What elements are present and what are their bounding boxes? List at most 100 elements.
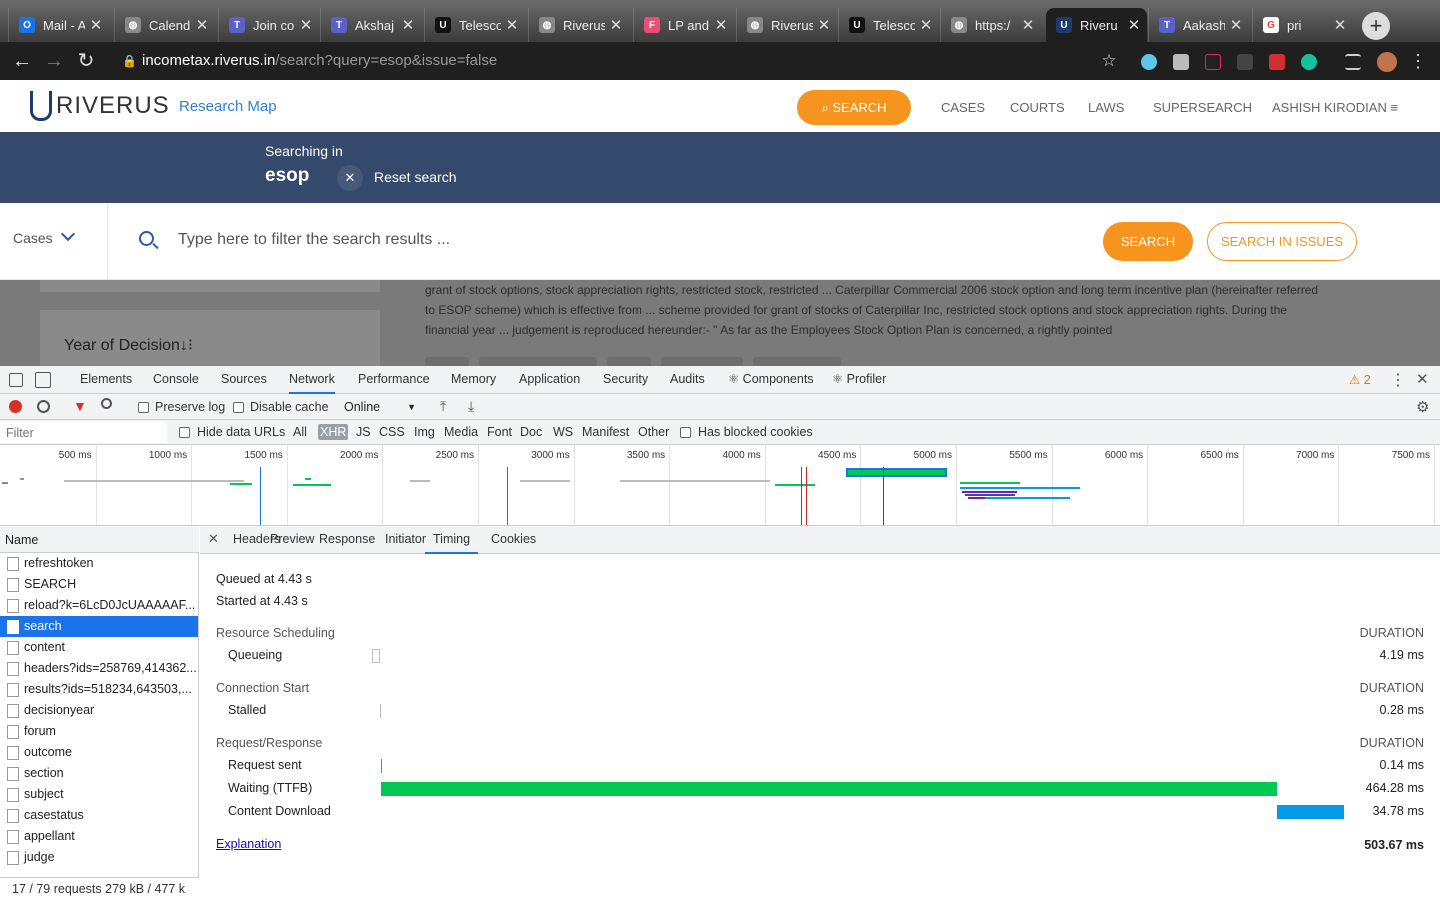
nav-laws[interactable]: LAWS (1088, 100, 1124, 115)
scope-dropdown[interactable]: Cases (13, 226, 76, 246)
devtools-tab-console[interactable]: Console (153, 366, 199, 394)
extension-icon[interactable] (1237, 54, 1253, 70)
detail-tab-preview[interactable]: Preview (270, 526, 314, 554)
detail-tab-initiator[interactable]: Initiator (385, 526, 426, 554)
browser-tab[interactable]: T Akshaj ✕ (320, 8, 421, 42)
devtools-tab-profiler[interactable]: ⚛ Profiler (832, 366, 886, 394)
request-row[interactable]: SEARCH (0, 574, 198, 595)
request-row[interactable]: search (0, 616, 198, 637)
search-in-issues-button[interactable]: SEARCH IN ISSUES (1207, 222, 1357, 261)
year-of-decision-heading[interactable]: Year of Decision↓⁝ (64, 335, 193, 355)
devtools-tab-network[interactable]: Network (289, 366, 335, 394)
request-row[interactable]: reload?k=6LcD0JcUAAAAAF... (0, 595, 198, 616)
request-row[interactable]: content (0, 637, 198, 658)
warnings-counter[interactable]: ⚠ 2 (1349, 372, 1371, 387)
record-icon[interactable] (9, 400, 22, 413)
devtools-tab-audits[interactable]: Audits (670, 366, 705, 394)
type-filter-font[interactable]: Font (485, 424, 514, 440)
result-tag[interactable] (607, 357, 651, 366)
blocked-cookies-checkbox[interactable] (680, 427, 691, 438)
devtools-tab-sources[interactable]: Sources (221, 366, 267, 394)
kebab-menu-icon[interactable]: ⋮ (1406, 49, 1430, 73)
network-filter-input[interactable] (0, 422, 167, 443)
close-tab-icon[interactable]: ✕ (817, 16, 831, 34)
close-tab-icon[interactable]: ✕ (1229, 16, 1243, 34)
request-row[interactable]: judge (0, 847, 198, 868)
extension-icon[interactable] (1269, 54, 1285, 70)
gear-icon[interactable]: ⚙ (1416, 398, 1429, 416)
devtools-tab-security[interactable]: Security (603, 366, 648, 394)
filter-funnel-icon[interactable]: ▼ (73, 398, 87, 414)
media-queue-icon[interactable] (1345, 54, 1361, 70)
devtools-tab-elements[interactable]: Elements (80, 366, 132, 394)
extension-icon[interactable] (1173, 54, 1189, 70)
close-tab-icon[interactable]: ✕ (1021, 16, 1035, 34)
type-filter-other[interactable]: Other (636, 424, 671, 440)
request-row[interactable]: refreshtoken (0, 553, 198, 574)
disable-cache-checkbox[interactable] (233, 402, 244, 413)
request-row[interactable]: appellant (0, 826, 198, 847)
header-search-button[interactable]: ⌕ SEARCH (797, 90, 911, 125)
type-filter-all[interactable]: All (291, 424, 309, 440)
detail-tab-timing[interactable]: Timing (425, 526, 479, 554)
forward-icon[interactable]: → (42, 49, 66, 73)
type-filter-ws[interactable]: WS (551, 424, 575, 440)
browser-tab[interactable]: T Aakash ✕ (1148, 8, 1249, 42)
devtools-menu-icon[interactable]: ⋮ (1390, 370, 1406, 390)
close-tab-icon[interactable]: ✕ (505, 16, 519, 34)
close-devtools-icon[interactable]: ✕ (1416, 370, 1429, 388)
extension-icon[interactable] (1205, 54, 1221, 70)
riverus-logo[interactable]: RIVERUS (30, 91, 170, 121)
browser-tab[interactable]: U Telesco ✕ (838, 8, 939, 42)
result-tag[interactable] (479, 357, 597, 366)
devtools-tab-components[interactable]: ⚛ Components (728, 366, 814, 394)
preserve-log-checkbox[interactable] (138, 402, 149, 413)
url-field[interactable]: 🔒 incometax.riverus.in/search?query=esop… (112, 47, 1126, 75)
close-tab-icon[interactable]: ✕ (609, 16, 623, 34)
close-tab-icon[interactable]: ✕ (714, 16, 728, 34)
type-filter-manifest[interactable]: Manifest (580, 424, 631, 440)
hide-data-urls-checkbox[interactable] (179, 427, 190, 438)
import-har-icon[interactable]: ⤒ (440, 398, 446, 415)
request-row[interactable]: results?ids=518234,643503,... (0, 679, 198, 700)
throttle-select[interactable]: Online ▼ (344, 400, 420, 414)
close-detail-icon[interactable]: ✕ (208, 531, 219, 547)
type-filter-js[interactable]: JS (354, 424, 373, 440)
request-row[interactable]: subject (0, 784, 198, 805)
type-filter-doc[interactable]: Doc (518, 424, 544, 440)
devtools-tab-performance[interactable]: Performance (358, 366, 430, 394)
close-tab-icon[interactable]: ✕ (299, 16, 313, 34)
search-icon[interactable] (101, 398, 112, 409)
request-row[interactable]: forum (0, 721, 198, 742)
result-tag[interactable] (425, 357, 469, 366)
detail-tab-response[interactable]: Response (319, 526, 375, 554)
react-devtools-extension-icon[interactable] (1141, 54, 1157, 70)
browser-tab[interactable]: ◍ Riverus ✕ (736, 8, 837, 42)
avatar[interactable] (1377, 52, 1397, 72)
browser-tab[interactable]: O Mail - A ✕ (8, 8, 109, 42)
filter-search-input[interactable] (178, 229, 878, 251)
filter-search-button[interactable]: SEARCH (1103, 222, 1193, 261)
request-row[interactable]: casestatus (0, 805, 198, 826)
new-tab-button[interactable]: + (1362, 12, 1390, 40)
close-tab-icon[interactable]: ✕ (89, 16, 103, 34)
name-column-header[interactable]: Name (0, 526, 199, 553)
result-tag[interactable] (753, 357, 841, 366)
close-tab-icon[interactable]: ✕ (401, 16, 415, 34)
explanation-link[interactable]: Explanation (216, 837, 281, 851)
browser-tab[interactable]: F LP and ✕ (633, 8, 734, 42)
nav-cases[interactable]: CASES (941, 100, 985, 115)
browser-tab[interactable]: ◍ https:/ ✕ (940, 8, 1041, 42)
bookmark-star-icon[interactable]: ☆ (1097, 49, 1121, 73)
type-filter-media[interactable]: Media (442, 424, 480, 440)
type-filter-xhr[interactable]: XHR (318, 424, 349, 440)
browser-tab[interactable]: ◍ Calend ✕ (114, 8, 215, 42)
reload-icon[interactable]: ↻ (74, 49, 98, 73)
detail-tab-cookies[interactable]: Cookies (491, 526, 536, 554)
nav-courts[interactable]: COURTS (1010, 100, 1065, 115)
type-filter-css[interactable]: CSS (377, 424, 407, 440)
result-tag[interactable] (661, 357, 743, 366)
nav-supersearch[interactable]: SUPERSEARCH (1153, 100, 1252, 115)
browser-tab[interactable]: U Telesco ✕ (424, 8, 525, 42)
browser-tab[interactable]: ◍ Riverus ✕ (528, 8, 629, 42)
